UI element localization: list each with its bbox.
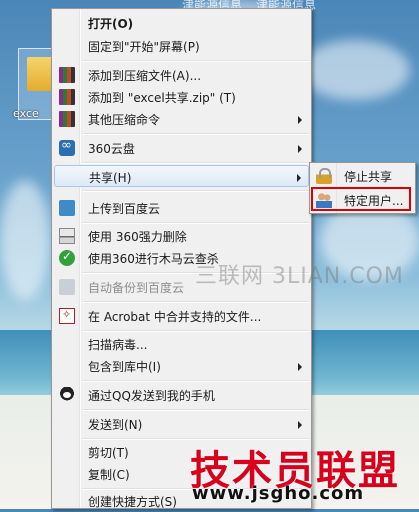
menu-item-label: 固定到"开始"屏幕(P) <box>88 40 200 54</box>
menu-item-label: 360云盘 <box>88 142 135 156</box>
menu-item-open[interactable]: 打开(O) <box>54 12 309 34</box>
winrar-books-icon <box>59 89 75 105</box>
menu-item-scan-virus[interactable]: 扫描病毒... <box>54 333 309 355</box>
submenu-arrow-icon <box>298 421 302 429</box>
menu-item-label: 其他压缩命令 <box>88 113 161 127</box>
menu-item-add-to-archive[interactable]: 添加到压缩文件(A)... <box>54 64 309 86</box>
shredder-icon <box>59 228 75 244</box>
cloud <box>300 40 410 100</box>
watermark-url: www.jsgho.com <box>192 483 365 504</box>
submenu-arrow-icon <box>297 174 301 182</box>
menu-item-include-in-library[interactable]: 包含到库中(I) <box>54 355 309 377</box>
menu-separator <box>82 409 309 411</box>
menu-separator <box>82 301 309 303</box>
baidu-backup-icon <box>59 279 75 295</box>
menu-item-other-compress[interactable]: 其他压缩命令 <box>54 108 309 130</box>
menu-item-label: 添加到 "excel共享.zip" (T) <box>88 91 236 105</box>
menu-separator <box>82 330 309 332</box>
menu-item-share[interactable]: 共享(H) <box>54 165 309 187</box>
lock-icon <box>316 168 332 184</box>
cloud <box>0 180 50 300</box>
menu-item-label: 剪切(T) <box>88 446 129 460</box>
menu-item-360-cloud[interactable]: 360云盘 <box>54 137 309 159</box>
submenu-arrow-icon <box>298 116 302 124</box>
menu-item-label: 使用 360强力删除 <box>88 230 187 244</box>
menu-item-label: 通过QQ发送到我的手机 <box>88 389 215 403</box>
menu-item-label: 包含到库中(I) <box>88 360 161 374</box>
menu-item-upload-baidu[interactable]: 上传到百度云 <box>54 197 309 219</box>
acrobat-icon <box>59 308 75 324</box>
menu-item-label: 扫描病毒... <box>88 338 148 352</box>
winrar-books-icon <box>59 67 75 83</box>
baidu-cloud-icon <box>59 200 75 216</box>
submenu-arrow-icon <box>298 363 302 371</box>
menu-separator <box>82 60 309 62</box>
submenu-item-stop-sharing[interactable]: 停止共享 <box>312 165 413 187</box>
trojan-scan-icon <box>59 249 75 266</box>
360-cloud-icon <box>59 138 75 156</box>
menu-item-acrobat-combine[interactable]: 在 Acrobat 中合并支持的文件... <box>54 305 309 327</box>
qq-penguin-icon <box>59 387 75 403</box>
submenu-item-label: 停止共享 <box>344 170 393 184</box>
menu-separator <box>82 133 309 135</box>
menu-item-label: 共享(H) <box>89 171 132 185</box>
menu-item-send-to[interactable]: 发送到(N) <box>54 413 309 435</box>
watermark-3lian: 三联网 3LIAN.COM <box>195 264 404 289</box>
menu-item-add-to-zip[interactable]: 添加到 "excel共享.zip" (T) <box>54 86 309 108</box>
menu-separator <box>82 380 309 382</box>
menu-separator <box>82 222 309 224</box>
winrar-books-icon <box>59 111 75 127</box>
menu-item-label: 创建快捷方式(S) <box>88 495 177 509</box>
menu-item-label: 发送到(N) <box>88 418 143 432</box>
menu-item-pin-to-start[interactable]: 固定到"开始"屏幕(P) <box>54 35 309 57</box>
menu-separator <box>82 190 309 192</box>
menu-item-label: 自动备份到百度云 <box>88 281 185 295</box>
menu-item-label: 上传到百度云 <box>88 202 161 216</box>
menu-item-label: 在 Acrobat 中合并支持的文件... <box>88 310 262 324</box>
menu-item-360-shred[interactable]: 使用 360强力删除 <box>54 225 309 247</box>
menu-item-label: 打开(O) <box>88 17 134 31</box>
menu-item-qq-send-phone[interactable]: 通过QQ发送到我的手机 <box>54 384 309 406</box>
menu-item-label: 添加到压缩文件(A)... <box>88 69 202 83</box>
menu-item-label: 复制(C) <box>88 468 130 482</box>
highlight-outline <box>311 187 411 211</box>
menu-separator <box>82 162 309 164</box>
submenu-arrow-icon <box>298 145 302 153</box>
